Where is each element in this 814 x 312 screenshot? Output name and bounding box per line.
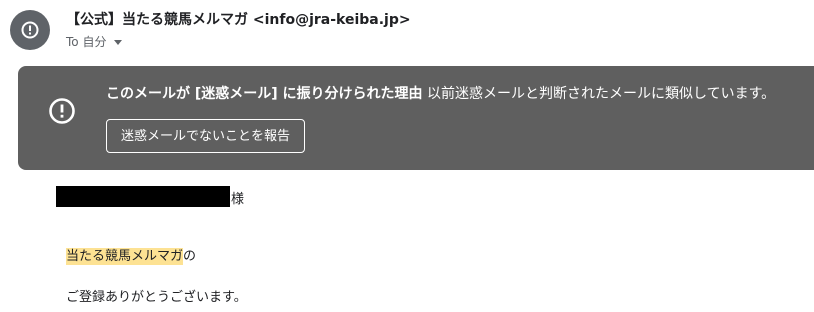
body-line-newsletter: 当たる競馬メルマガの	[66, 245, 197, 265]
caret-down-icon	[114, 40, 123, 45]
body-particle: の	[183, 249, 197, 264]
recipient-details-toggle[interactable]: To 自分	[66, 33, 123, 50]
spam-reason-heading: このメールが [迷惑メール] に振り分けられた理由	[106, 86, 423, 102]
sender-name[interactable]: 【公式】当たる競馬メルマガ	[66, 12, 248, 28]
sender-avatar[interactable]	[10, 10, 50, 50]
spam-reason-text: このメールが [迷惑メール] に振り分けられた理由 以前迷惑メールと判断されたメ…	[106, 83, 775, 103]
email-view: 【公式】当たる競馬メルマガ <info@jra-keiba.jp> To 自分 …	[0, 0, 814, 312]
honorific: 様	[231, 192, 245, 207]
sender-email: <info@jra-keiba.jp>	[252, 12, 411, 28]
sender-line: 【公式】当たる競馬メルマガ <info@jra-keiba.jp>	[66, 9, 411, 29]
alert-circle-icon	[21, 21, 39, 39]
spam-warning-banner: このメールが [迷惑メール] に振り分けられた理由 以前迷惑メールと判断されたメ…	[18, 66, 814, 170]
spam-reason-detail: 以前迷惑メールと判断されたメールに類似しています。	[422, 86, 776, 102]
alert-circle-icon	[49, 98, 75, 124]
recipient-label: To 自分	[66, 35, 107, 49]
highlighted-newsletter-name: 当たる競馬メルマガ	[66, 248, 184, 265]
redacted-recipient-name	[56, 186, 230, 207]
body-line-greeting: ご登録ありがとうございます。	[66, 290, 247, 305]
report-not-spam-button[interactable]: 迷惑メールでないことを報告	[106, 119, 306, 153]
